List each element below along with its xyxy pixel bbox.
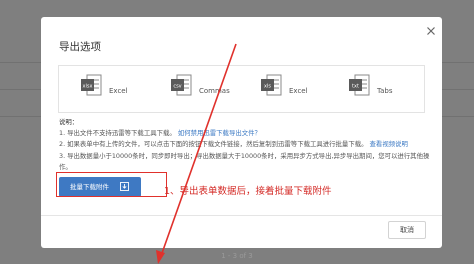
csv-file-icon: csv <box>171 74 192 96</box>
description-text: 2. 如果表单中有上传的文件，可以点击下面的按钮下载文件链接，然后复制到迅雷等下… <box>59 140 368 149</box>
format-ext: xls <box>264 84 271 90</box>
format-options: xlsx Excel csv Commas xls Excel txt Tabs <box>58 65 425 113</box>
annotation-highlight-box <box>56 172 167 197</box>
export-description: 说明： 1. 导出文件不支持迅雷等下载工具下载。 如何禁用迅雷下载导出文件？ 2… <box>59 117 431 173</box>
description-heading: 说明： <box>59 118 79 126</box>
format-option-csv[interactable]: csv Commas <box>171 74 251 106</box>
format-ext: txt <box>352 84 359 90</box>
format-ext: csv <box>173 84 181 90</box>
video-help-link[interactable]: 查看视频说明 <box>370 140 408 148</box>
cancel-button[interactable]: 取消 <box>388 221 426 239</box>
disable-thunder-help-link[interactable]: 如何禁用迅雷下载导出文件？ <box>178 129 261 137</box>
xlsx-file-icon: xlsx <box>81 74 102 96</box>
format-label: Tabs <box>377 87 393 95</box>
txt-file-icon: txt <box>349 74 370 96</box>
format-option-xls[interactable]: xls Excel <box>261 74 341 106</box>
xls-file-icon: xls <box>261 74 282 96</box>
format-label: Excel <box>109 87 128 95</box>
format-label: Commas <box>199 87 230 95</box>
description-line-3: 3. 导出数据量小于10000条时，同步即时导出；导出数据量大于10000条时，… <box>59 151 430 171</box>
format-option-xlsx[interactable]: xlsx Excel <box>81 74 161 106</box>
close-icon[interactable] <box>424 23 438 37</box>
dialog-title: 导出选项 <box>59 41 101 53</box>
description-text: 1. 导出文件不支持迅雷等下载工具下载。 <box>59 129 176 138</box>
pagination-text: 1 - 3 of 3 <box>221 252 253 260</box>
annotation-callout: 1、导出表单数据后，接着批量下载附件 <box>164 186 332 197</box>
description-line-1: 1. 导出文件不支持迅雷等下载工具下载。 如何禁用迅雷下载导出文件？ <box>59 128 431 139</box>
description-line-2: 2. 如果表单中有上传的文件，可以点击下面的按钮下载文件链接，然后复制到迅雷等下… <box>59 139 431 150</box>
footer-divider <box>41 215 442 216</box>
format-option-txt[interactable]: txt Tabs <box>349 74 429 106</box>
format-label: Excel <box>289 87 308 95</box>
export-options-dialog: 导出选项 xlsx Excel csv Commas xls Excel txt… <box>41 17 442 248</box>
format-ext: xlsx <box>83 84 93 90</box>
